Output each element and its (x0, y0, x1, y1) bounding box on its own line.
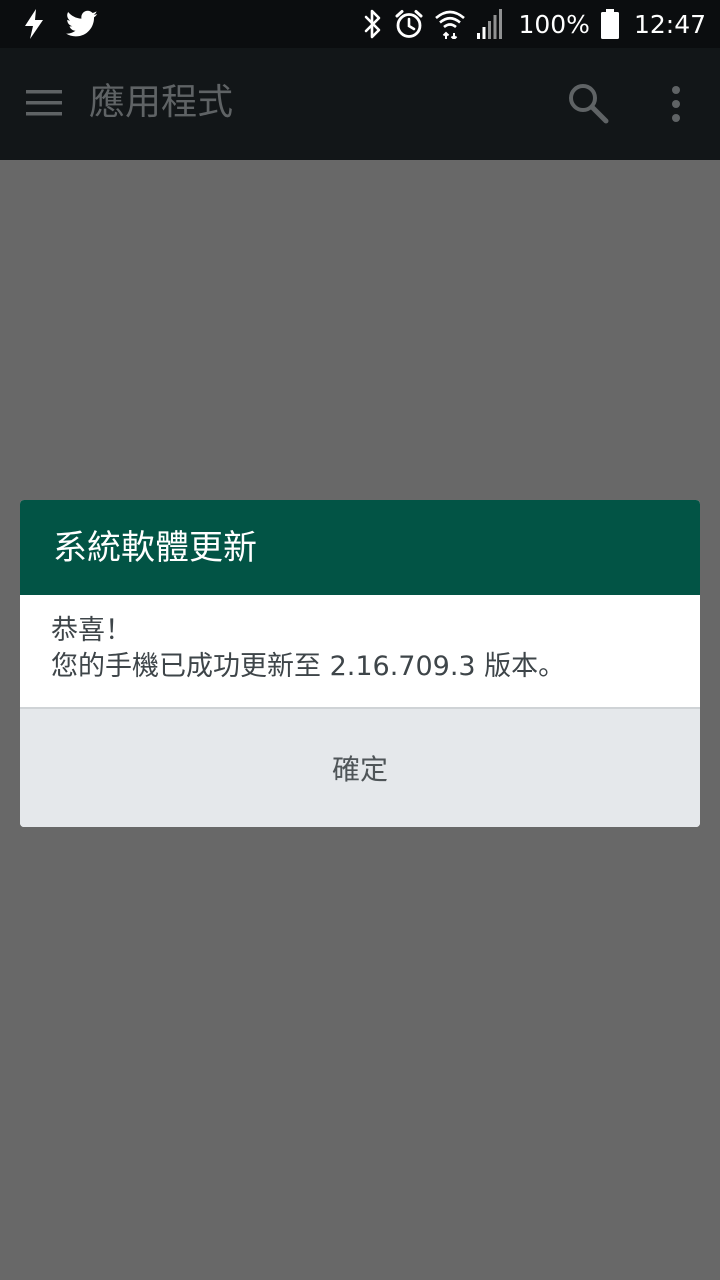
menu-icon[interactable] (26, 88, 62, 118)
twitter-icon (66, 10, 98, 38)
dialog-title: 系統軟體更新 (53, 528, 257, 568)
status-left-icons (22, 8, 98, 40)
battery-icon (600, 9, 620, 39)
ok-button[interactable]: 確定 (20, 709, 700, 827)
bluetooth-icon (362, 9, 384, 39)
dialog-message-line1: 恭喜！ (51, 615, 132, 646)
update-dialog: 系統軟體更新 恭喜！ 您的手機已成功更新至 2.16.709.3 版本。 確定 (20, 500, 700, 827)
app-title: 應用程式 (89, 82, 234, 123)
status-bar: 100% 12:47 (0, 0, 720, 48)
status-right-icons: 100% 12:47 (362, 8, 706, 40)
alarm-icon (394, 9, 424, 39)
dialog-message-line2: 您的手機已成功更新至 2.16.709.3 版本。 (51, 651, 566, 682)
ok-button-label: 確定 (331, 753, 388, 786)
search-icon[interactable] (566, 81, 610, 125)
wifi-icon (434, 9, 466, 39)
battery-percent: 100% (518, 9, 590, 39)
flash-icon (22, 9, 46, 39)
dialog-header: 系統軟體更新 (20, 500, 700, 595)
clock-time: 12:47 (633, 9, 706, 39)
more-vert-icon[interactable] (660, 82, 692, 126)
app-bar: 應用程式 (0, 48, 720, 160)
signal-icon (476, 9, 504, 39)
dialog-body: 恭喜！ 您的手機已成功更新至 2.16.709.3 版本。 (20, 595, 700, 707)
